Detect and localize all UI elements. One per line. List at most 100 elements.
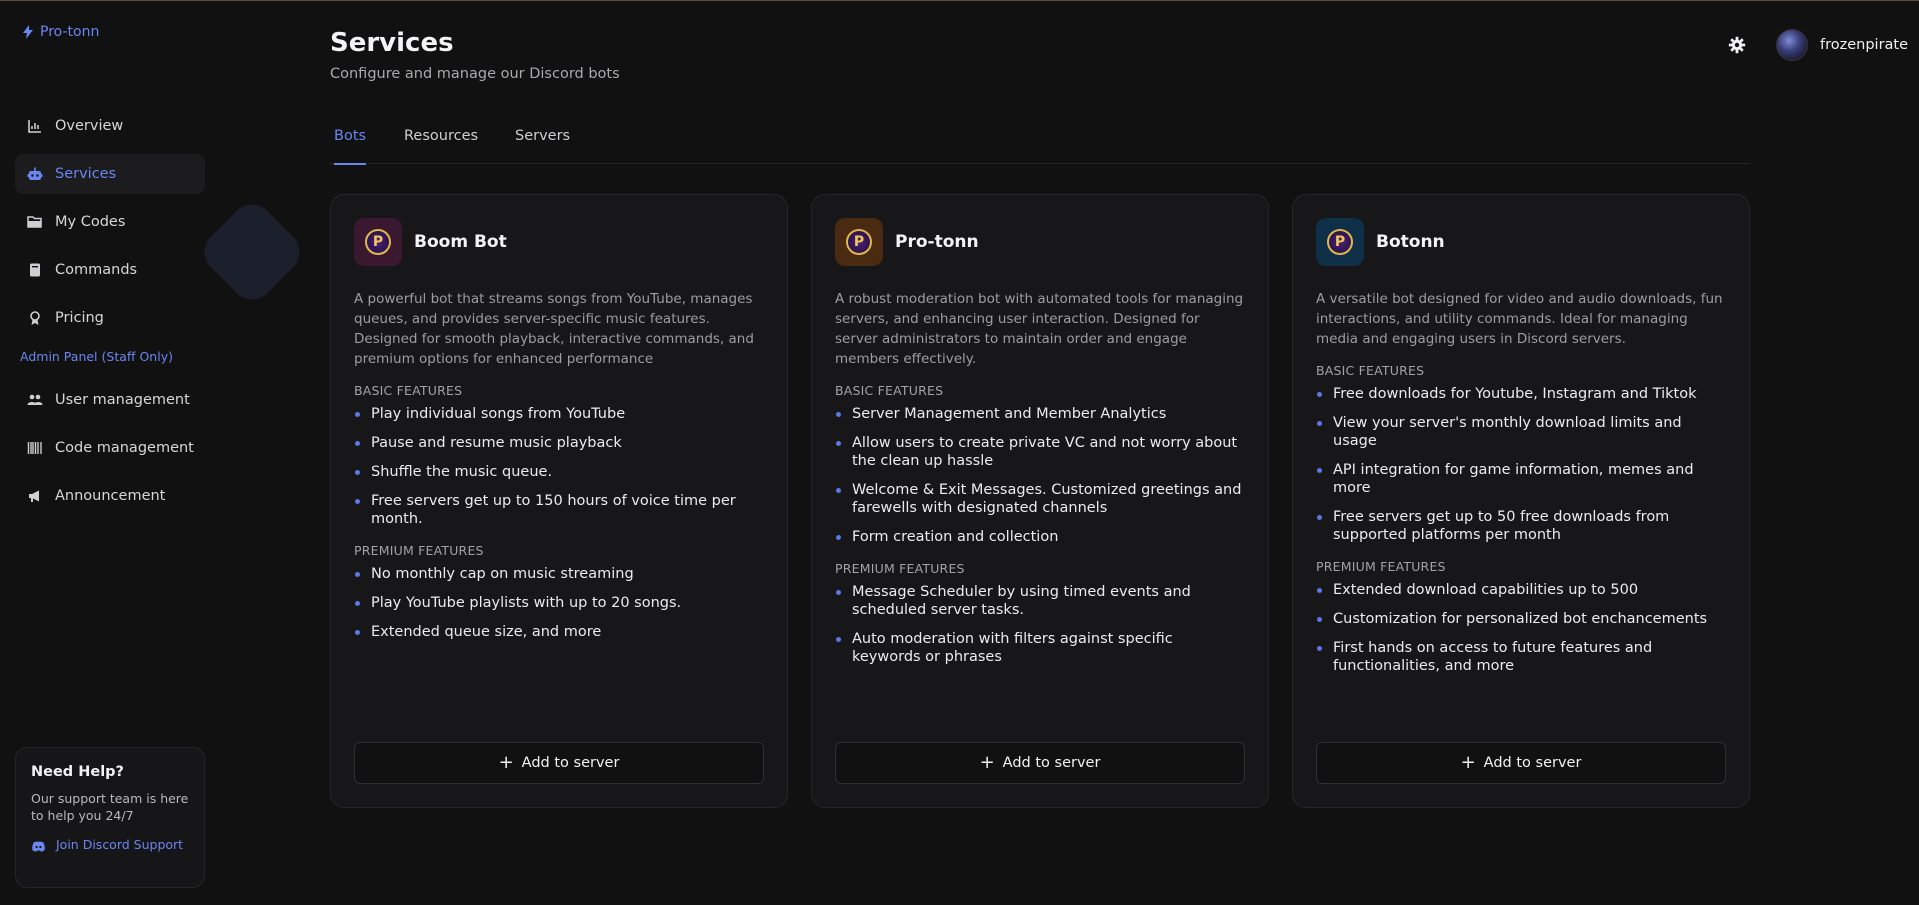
card-body: A versatile bot designed for video and a… [1316,289,1726,690]
basic-features-list: Free downloads for Youtube, Instagram an… [1316,385,1726,544]
bot-description: A powerful bot that streams songs from Y… [354,291,754,367]
list-item: Form creation and collection [835,528,1245,546]
list-item: View your server's monthly download limi… [1316,414,1726,450]
barcode-icon [27,442,42,454]
basic-features-title: BASIC FEATURES [835,383,944,398]
basic-features-title: BASIC FEATURES [1316,363,1425,378]
list-item: Pause and resume music playback [354,434,764,452]
help-text: Our support team is here to help you 24/… [31,791,189,823]
list-item: Play individual songs from YouTube [354,405,764,423]
bot-description: A robust moderation bot with automated t… [835,291,1244,367]
bot-name: Botonn [1376,232,1445,252]
card-header: P Botonn [1316,218,1445,266]
book-icon [30,263,40,277]
help-card: Need Help? Our support team is here to h… [15,747,205,888]
username: frozenpirate [1820,37,1909,53]
admin-panel-label: Admin Panel (Staff Only) [20,348,173,364]
add-to-server-button[interactable]: + Add to server [835,742,1245,784]
list-item: Free servers get up to 150 hours of voic… [354,492,764,528]
list-item: Customization for personalized bot encha… [1316,610,1726,628]
help-link-label: Join Discord Support [56,837,184,852]
card-body: A powerful bot that streams songs from Y… [354,289,764,656]
bot-logo-icon: P [1316,218,1364,266]
bot-card-boom-bot: P Boom Bot A powerful bot that streams s… [330,194,788,808]
sidebar-item-commands[interactable]: Commands [15,250,205,290]
list-item: No monthly cap on music streaming [354,565,764,583]
sidebar-item-pricing[interactable]: Pricing [15,298,205,338]
avatar [1776,29,1808,61]
tab-servers[interactable]: Servers [515,128,570,164]
premium-features-list: No monthly cap on music streaming Play Y… [354,565,764,641]
bot-card-botonn: P Botonn A versatile bot designed for vi… [1292,194,1750,808]
bot-logo-icon: P [354,218,402,266]
list-item: Extended queue size, and more [354,623,764,641]
button-label: Add to server [1002,755,1101,771]
sidebar-item-overview[interactable]: Overview [15,106,205,146]
add-to-server-button[interactable]: + Add to server [354,742,764,784]
list-item: Message Scheduler by using timed events … [835,583,1245,619]
list-item: Free downloads for Youtube, Instagram an… [1316,385,1726,403]
button-label: Add to server [1483,755,1582,771]
sidebar-item-code-management[interactable]: Code management [15,428,205,468]
sidebar-item-label: Pricing [55,310,104,326]
page-subtitle: Configure and manage our Discord bots [330,66,620,82]
list-item: Welcome & Exit Messages. Customized gree… [835,481,1245,517]
plus-icon: + [498,752,514,773]
brand-logo[interactable]: Pro-tonn [22,24,99,40]
list-item: Shuffle the music queue. [354,463,764,481]
card-header: P Pro-tonn [835,218,979,266]
list-item: First hands on access to future features… [1316,639,1726,675]
bot-name: Boom Bot [414,232,507,252]
sidebar-item-label: My Codes [55,214,126,230]
user-menu[interactable]: frozenpirate [1776,29,1908,61]
sidebar-item-label: Commands [55,262,138,278]
help-title: Need Help? [31,764,124,780]
tab-resources[interactable]: Resources [404,128,478,164]
list-item: Server Management and Member Analytics [835,405,1245,423]
bot-description: A versatile bot designed for video and a… [1316,291,1723,347]
sidebar-item-label: User management [55,392,190,408]
add-to-server-button[interactable]: + Add to server [1316,742,1726,784]
chart-icon [28,120,41,133]
tab-bots[interactable]: Bots [334,128,367,165]
sidebar: Pro-tonn Overview Services My Codes Comm… [0,0,220,905]
plus-icon: + [1460,752,1476,773]
list-item: Allow users to create private VC and not… [835,434,1245,470]
premium-features-list: Extended download capabilities up to 500… [1316,581,1726,675]
sidebar-nav: Overview Services My Codes Commands Pric… [15,106,205,524]
list-item: Auto moderation with filters against spe… [835,630,1245,666]
sidebar-item-label: Code management [55,440,194,456]
discord-icon [32,841,45,852]
sidebar-item-announcement[interactable]: Announcement [15,476,205,516]
button-label: Add to server [521,755,620,771]
premium-features-title: PREMIUM FEATURES [835,561,965,576]
list-item: Free servers get up to 50 free downloads… [1316,508,1726,544]
premium-features-title: PREMIUM FEATURES [354,543,484,558]
bot-logo-icon: P [835,218,883,266]
sidebar-item-my-codes[interactable]: My Codes [15,202,205,242]
sidebar-item-label: Overview [55,118,124,134]
plus-icon: + [979,752,995,773]
gear-icon[interactable] [1728,36,1746,54]
users-icon [27,394,43,405]
page-title: Services [330,28,454,58]
list-item: Play YouTube playlists with up to 20 son… [354,594,764,612]
join-discord-link[interactable]: Join Discord Support [31,836,189,854]
folder-icon [27,216,42,228]
sidebar-item-services[interactable]: Services [15,154,205,194]
top-border [0,0,1919,1]
tag-icon [30,311,40,325]
sidebar-item-user-management[interactable]: User management [15,380,205,420]
bot-card-pro-tonn: P Pro-tonn A robust moderation bot with … [811,194,1269,808]
brand-name: Pro-tonn [40,24,100,40]
card-header: P Boom Bot [354,218,507,266]
sidebar-item-label: Services [55,166,117,182]
list-item: API integration for game information, me… [1316,461,1726,497]
sidebar-item-label: Announcement [55,488,166,504]
robot-icon [27,167,43,180]
basic-features-list: Play individual songs from YouTube Pause… [354,405,764,528]
megaphone-icon [29,490,39,502]
list-item: Extended download capabilities up to 500 [1316,581,1726,599]
tab-bar: Bots Resources Servers [330,128,1750,165]
bot-name: Pro-tonn [895,232,979,252]
